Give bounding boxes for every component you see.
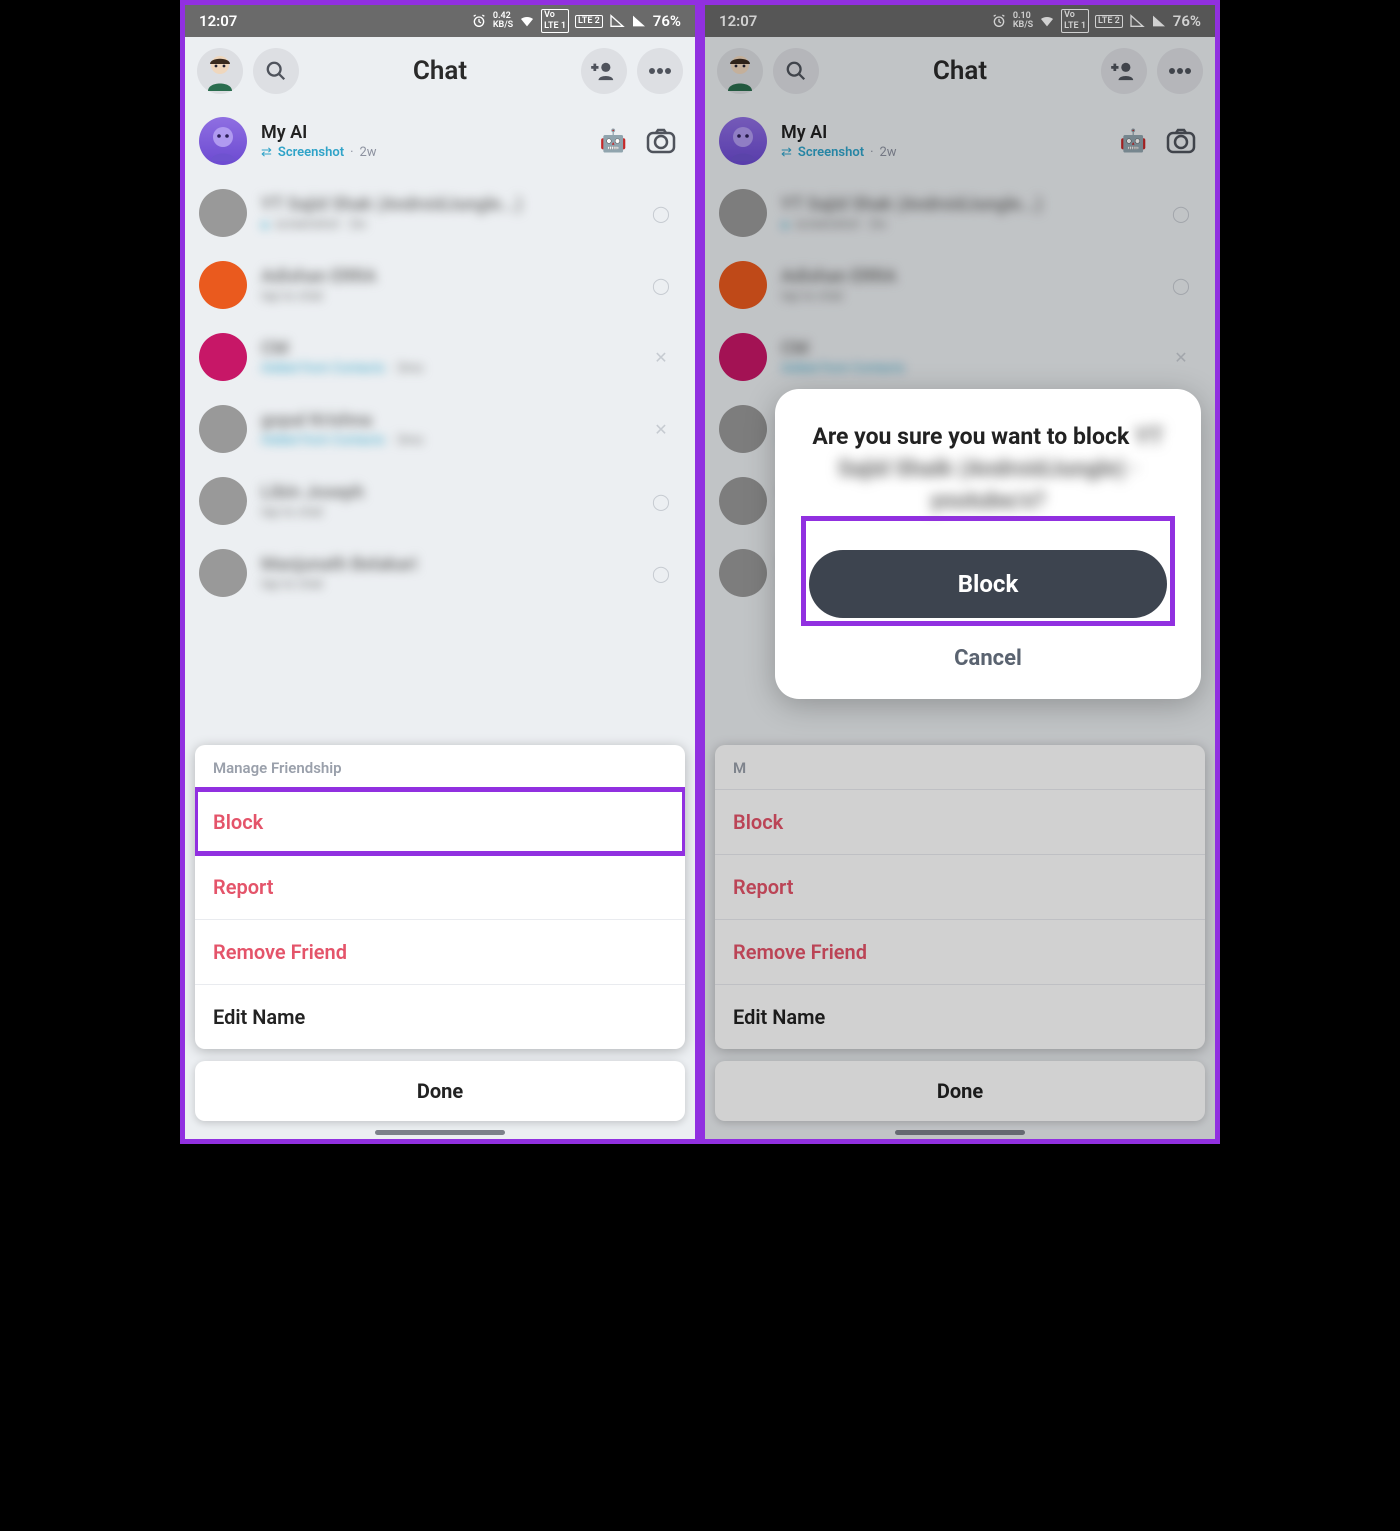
report-option[interactable]: Report bbox=[195, 854, 685, 919]
chat-name: My AI bbox=[781, 122, 1120, 143]
lte2-icon: LTE 2 bbox=[1095, 15, 1123, 28]
home-indicator[interactable] bbox=[895, 1130, 1025, 1135]
add-person-icon bbox=[591, 60, 617, 82]
bot-avatar-icon bbox=[723, 121, 763, 161]
add-friend-button[interactable] bbox=[581, 48, 627, 94]
sheet-title: M bbox=[715, 745, 1205, 789]
ellipsis-icon bbox=[648, 67, 672, 75]
status-battery: 76% bbox=[653, 12, 681, 30]
signal-icon-1 bbox=[1129, 13, 1145, 29]
avatar-myai bbox=[199, 117, 247, 165]
confirm-block-button[interactable]: Block bbox=[809, 550, 1167, 618]
profile-avatar-button[interactable] bbox=[197, 48, 243, 94]
status-bar: 12:07 0.10KB/S VoLTE 1 LTE 2 76% bbox=[705, 5, 1215, 37]
remove-friend-option[interactable]: Remove Friend bbox=[715, 919, 1205, 984]
ellipsis-icon bbox=[1168, 67, 1192, 75]
robot-icon: 🤖 bbox=[1120, 129, 1147, 154]
page-title: Chat bbox=[413, 56, 467, 86]
manage-friendship-sheet: M Block Report Remove Friend Edit Name D… bbox=[715, 745, 1205, 1121]
camera-icon bbox=[646, 128, 676, 154]
add-friend-button[interactable] bbox=[1101, 48, 1147, 94]
status-right: 0.42KB/S VoLTE 1 LTE 2 76% bbox=[471, 9, 681, 33]
chat-header: Chat bbox=[185, 37, 695, 105]
chat-list[interactable]: My AI ⇄ Screenshot · 2w 🤖 YT Sajid S bbox=[185, 105, 695, 609]
block-option[interactable]: Block bbox=[195, 789, 685, 854]
alarm-icon bbox=[471, 13, 487, 29]
edit-name-option[interactable]: Edit Name bbox=[715, 984, 1205, 1049]
remove-friend-option[interactable]: Remove Friend bbox=[195, 919, 685, 984]
profile-avatar-button[interactable] bbox=[717, 48, 763, 94]
chat-row-blurred[interactable]: YT Sajid Shak (AndroidJungle...)● screen… bbox=[705, 177, 1215, 249]
chat-row-myai[interactable]: My AI ⇄ Screenshot · 2w 🤖 bbox=[185, 105, 695, 177]
page-title: Chat bbox=[933, 56, 987, 86]
alarm-icon bbox=[991, 13, 1007, 29]
camera-icon bbox=[1166, 128, 1196, 154]
bitmoji-icon bbox=[200, 51, 240, 91]
status-kbs: 0.10KB/S bbox=[1013, 12, 1033, 30]
lte2-icon: LTE 2 bbox=[575, 15, 603, 28]
signal-icon-2 bbox=[1151, 13, 1167, 29]
manage-friendship-sheet: Manage Friendship Block Report Remove Fr… bbox=[195, 745, 685, 1121]
chat-subtitle: ⇄ Screenshot · 2w bbox=[261, 145, 600, 160]
report-option[interactable]: Report bbox=[715, 854, 1205, 919]
status-kbs: 0.42KB/S bbox=[493, 12, 513, 30]
phone-right: 12:07 0.10KB/S VoLTE 1 LTE 2 76% bbox=[700, 0, 1220, 1144]
camera-button[interactable]: ◯ bbox=[641, 193, 681, 233]
chat-name: My AI bbox=[261, 122, 600, 143]
home-indicator[interactable] bbox=[375, 1130, 505, 1135]
status-time: 12:07 bbox=[199, 12, 237, 30]
bitmoji-icon bbox=[720, 51, 760, 91]
signal-icon-1 bbox=[609, 13, 625, 29]
lte1-icon: VoLTE 1 bbox=[1061, 9, 1089, 33]
screenshot-icon: ⇄ bbox=[781, 145, 792, 160]
chat-row-blurred[interactable]: gopal KrishnaAdded from Contacts · 3mo✕ bbox=[185, 393, 695, 465]
sheet-title: Manage Friendship bbox=[195, 745, 685, 789]
block-option[interactable]: Block bbox=[715, 789, 1205, 854]
chat-row-blurred[interactable]: CMAdded from Contacts✕ bbox=[705, 321, 1215, 393]
chat-row-blurred[interactable]: CMAdded from Contacts · 3mo✕ bbox=[185, 321, 695, 393]
chat-header: Chat bbox=[705, 37, 1215, 105]
chat-row-blurred[interactable]: Libin Josephtap to chat◯ bbox=[185, 465, 695, 537]
add-person-icon bbox=[1111, 60, 1137, 82]
chat-row-blurred[interactable]: YT Sajid Shak (AndroidJungle...)● screen… bbox=[185, 177, 695, 249]
dialog-message: Are you sure you want to block YT Sajid … bbox=[803, 421, 1173, 518]
search-icon bbox=[265, 60, 287, 82]
chat-row-blurred[interactable]: Adishan ERRAtap to chat◯ bbox=[185, 249, 695, 321]
wifi-icon bbox=[1039, 13, 1055, 29]
chat-subtitle: ⇄ Screenshot · 2w bbox=[781, 145, 1120, 160]
wifi-icon bbox=[519, 13, 535, 29]
search-button[interactable] bbox=[253, 48, 299, 94]
block-confirm-dialog: Are you sure you want to block YT Sajid … bbox=[775, 389, 1201, 699]
phone-left: 12:07 0.42KB/S VoLTE 1 LTE 2 76% bbox=[180, 0, 700, 1144]
more-button[interactable] bbox=[637, 48, 683, 94]
chat-row-blurred[interactable]: Manjunath Belakaritap to chat◯ bbox=[185, 537, 695, 609]
camera-button[interactable] bbox=[1161, 121, 1201, 161]
done-button[interactable]: Done bbox=[195, 1061, 685, 1121]
status-bar: 12:07 0.42KB/S VoLTE 1 LTE 2 76% bbox=[185, 5, 695, 37]
avatar-myai bbox=[719, 117, 767, 165]
search-icon bbox=[785, 60, 807, 82]
robot-icon: 🤖 bbox=[600, 129, 627, 154]
status-time: 12:07 bbox=[719, 12, 757, 30]
screenshot-icon: ⇄ bbox=[261, 145, 272, 160]
status-right: 0.10KB/S VoLTE 1 LTE 2 76% bbox=[991, 9, 1201, 33]
signal-icon-2 bbox=[631, 13, 647, 29]
status-battery: 76% bbox=[1173, 12, 1201, 30]
bot-avatar-icon bbox=[203, 121, 243, 161]
lte1-icon: VoLTE 1 bbox=[541, 9, 569, 33]
chat-row-blurred[interactable]: Adishan ERRAtap to chat◯ bbox=[705, 249, 1215, 321]
search-button[interactable] bbox=[773, 48, 819, 94]
chat-row-myai[interactable]: My AI ⇄ Screenshot · 2w 🤖 bbox=[705, 105, 1215, 177]
cancel-button[interactable]: Cancel bbox=[803, 646, 1173, 671]
edit-name-option[interactable]: Edit Name bbox=[195, 984, 685, 1049]
done-button[interactable]: Done bbox=[715, 1061, 1205, 1121]
camera-button[interactable] bbox=[641, 121, 681, 161]
more-button[interactable] bbox=[1157, 48, 1203, 94]
